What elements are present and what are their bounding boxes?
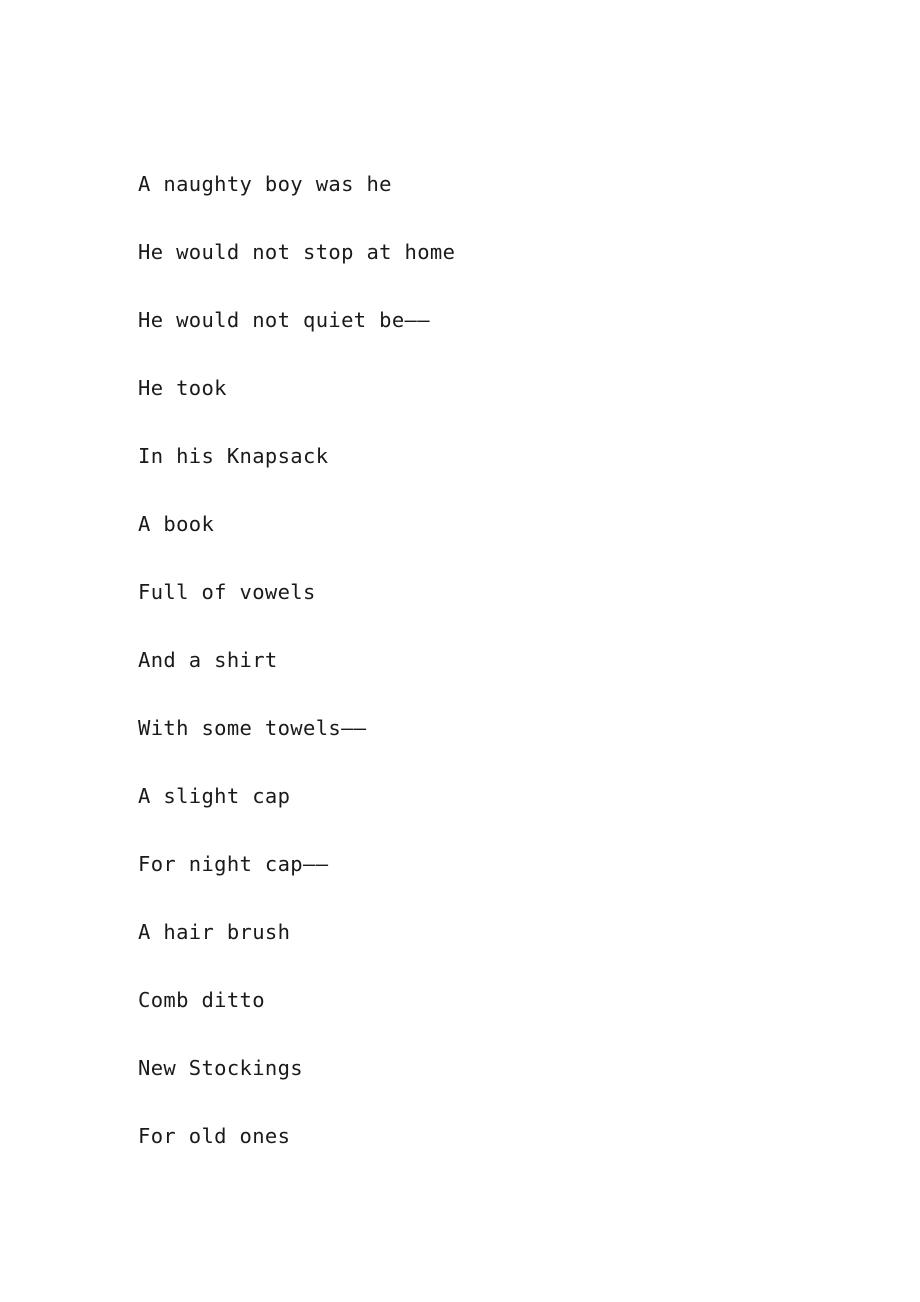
poem-line: Full of vowels bbox=[138, 580, 316, 604]
poem-line: For old ones bbox=[138, 1124, 291, 1148]
poem-line: He would not stop at home bbox=[138, 240, 456, 264]
poem-line: In his Knapsack bbox=[138, 444, 329, 468]
poem-line: He would not quiet be—— bbox=[138, 308, 430, 332]
poem-line: He took bbox=[138, 376, 227, 400]
poem-line: A naughty boy was he bbox=[138, 172, 392, 196]
poem-body: A naughty boy was he He would not stop a… bbox=[138, 150, 798, 1170]
poem-line: Comb ditto bbox=[138, 988, 265, 1012]
poem-line: A book bbox=[138, 512, 215, 536]
poem-line: For night cap—— bbox=[138, 852, 329, 876]
poem-line: New Stockings bbox=[138, 1056, 303, 1080]
poem-line: And a shirt bbox=[138, 648, 278, 672]
poem-line: A slight cap bbox=[138, 784, 291, 808]
poem-line: A hair brush bbox=[138, 920, 291, 944]
document-page: A naughty boy was he He would not stop a… bbox=[0, 0, 920, 1302]
poem-line: With some towels—— bbox=[138, 716, 367, 740]
